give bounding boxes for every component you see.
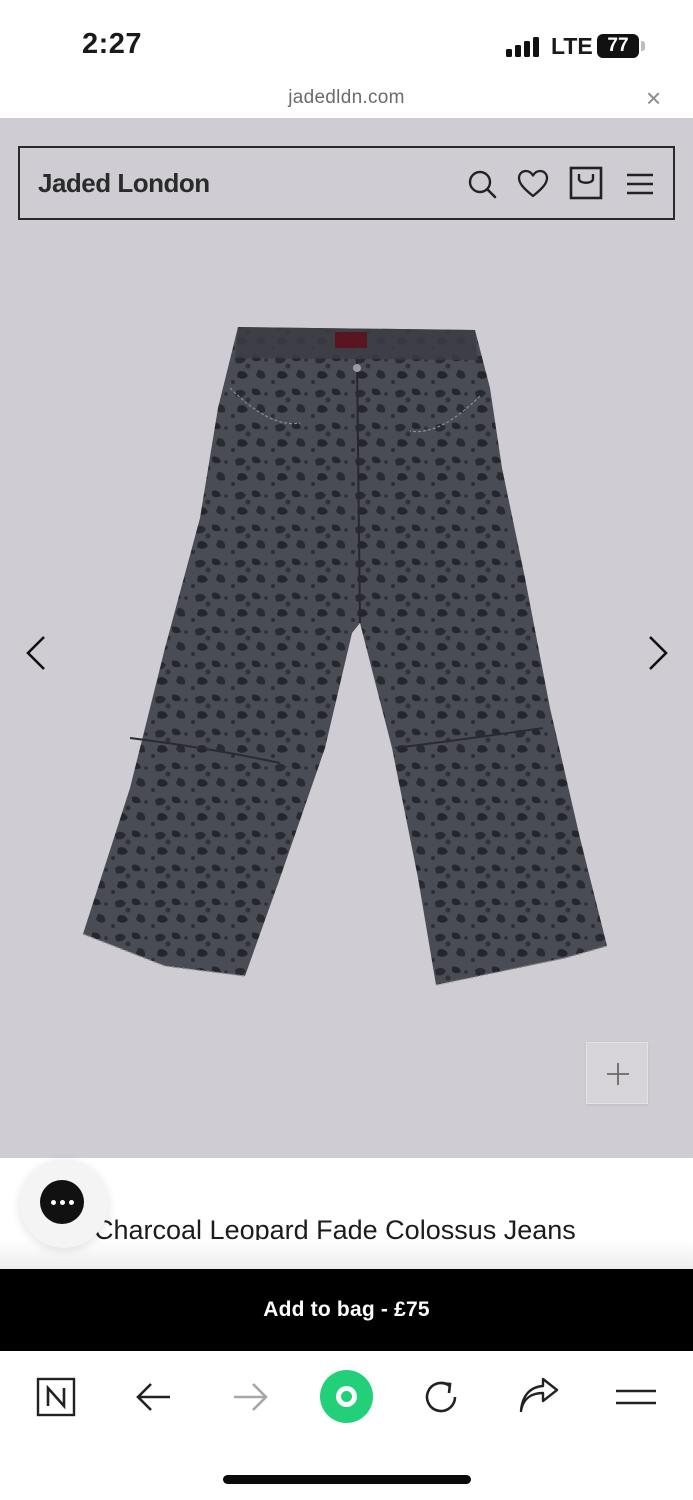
product-image[interactable] [70, 318, 620, 998]
reload-icon[interactable] [419, 1375, 463, 1419]
zoom-button[interactable] [586, 1042, 648, 1104]
shopping-bag-icon[interactable] [569, 166, 603, 200]
product-page: Jaded London [0, 118, 693, 1158]
forward-icon[interactable] [228, 1375, 272, 1419]
chevron-left-icon[interactable] [22, 633, 52, 673]
signal-icon [506, 37, 542, 57]
url-text[interactable]: jadedldn.com [0, 87, 693, 109]
menu-icon[interactable] [614, 1375, 658, 1419]
add-to-bag-label: Add to bag - £75 [263, 1298, 430, 1321]
battery-nub [641, 41, 645, 51]
tabs-n-icon[interactable] [34, 1375, 78, 1419]
brand-logo[interactable]: Jaded London [38, 168, 210, 199]
status-time: 2:27 [82, 28, 143, 60]
search-icon[interactable] [466, 168, 498, 200]
chevron-right-icon[interactable] [642, 633, 672, 673]
site-header: Jaded London [18, 146, 675, 220]
scroll-fade [0, 1240, 693, 1270]
back-icon[interactable] [132, 1375, 176, 1419]
plus-icon [607, 1063, 629, 1085]
add-to-bag-button[interactable]: Add to bag - £75 [0, 1269, 693, 1351]
home-indicator[interactable] [223, 1475, 471, 1484]
heart-icon[interactable] [517, 168, 549, 200]
close-icon[interactable]: × [646, 84, 661, 112]
home-record-icon[interactable] [320, 1370, 373, 1423]
share-icon[interactable] [517, 1375, 561, 1419]
status-bar: 2:27 LTE 77 [0, 0, 693, 86]
network-label: LTE [551, 33, 593, 59]
browser-toolbar [0, 1351, 693, 1500]
chat-button[interactable] [20, 1160, 108, 1248]
battery-icon: 77 [597, 34, 639, 58]
chat-bubble-icon [40, 1180, 84, 1224]
menu-icon[interactable] [624, 168, 656, 200]
url-bar[interactable]: jadedldn.com × [0, 84, 693, 118]
